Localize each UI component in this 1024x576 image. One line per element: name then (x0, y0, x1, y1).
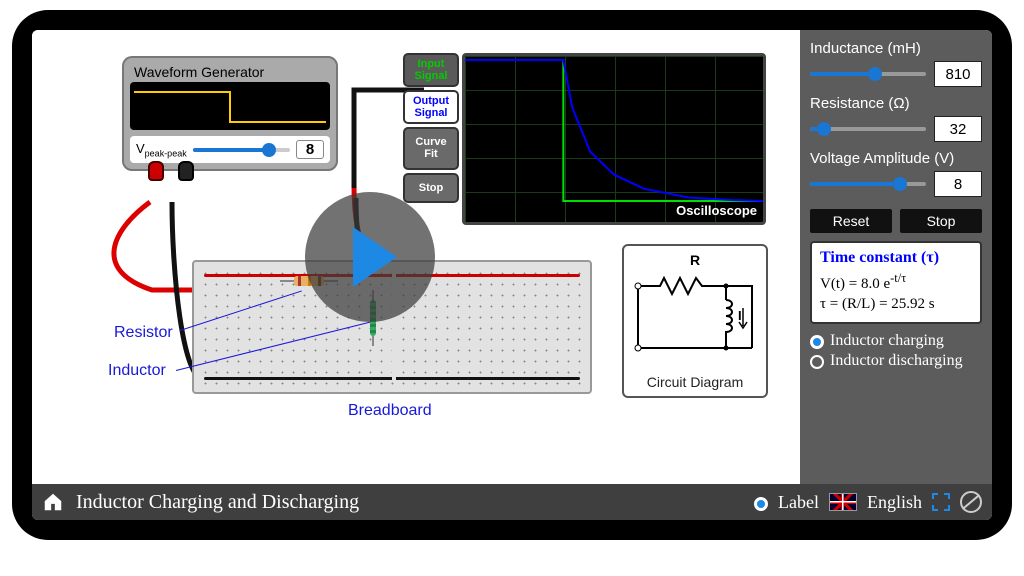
oscilloscope-traces (465, 56, 763, 223)
tau-title: Time constant (τ) (820, 249, 972, 267)
workspace: Waveform Generator Vpeak-peak (32, 30, 800, 484)
fullscreen-icon[interactable] (932, 493, 950, 511)
radio-discharging[interactable]: Inductor discharging (810, 352, 982, 370)
circuit-I-label: I (738, 308, 742, 323)
play-icon (353, 227, 397, 287)
bottom-right-controls: Label English (754, 491, 982, 513)
circuit-diagram-box: R I Circuit Diagram (622, 244, 768, 398)
voltage-equation: V(t) = 8.0 e-t/τ (820, 271, 972, 293)
voltage-value: 8 (934, 171, 982, 197)
resistance-thumb[interactable] (817, 122, 831, 136)
inductance-thumb[interactable] (868, 67, 882, 81)
control-panel: Inductance (mH) 810 Resistance (Ω) (800, 30, 992, 484)
resistance-label: Resistance (Ω) (810, 95, 982, 112)
resistance-group: Resistance (Ω) 32 (810, 95, 982, 142)
vpp-label-sub: peak-peak (145, 148, 187, 158)
vpp-slider-thumb[interactable] (262, 143, 276, 157)
wavegen-plugs (148, 161, 194, 181)
plug-black[interactable] (178, 161, 194, 181)
voltage-slider[interactable] (810, 182, 926, 186)
scope-stop-button[interactable]: Stop (403, 173, 459, 203)
input-signal-button[interactable]: InputSignal (403, 53, 459, 87)
vpp-value: 8 (296, 140, 324, 159)
wavegen-display (130, 82, 330, 130)
circuit-schematic: I (630, 270, 760, 366)
wavegen-controls: Vpeak-peak 8 (130, 136, 330, 163)
label-toggle-text: Label (778, 492, 819, 513)
oscilloscope: Oscilloscope (462, 53, 766, 225)
tau-equation: τ = (R/L) = 25.92 s (820, 296, 972, 313)
play-button[interactable] (305, 192, 435, 322)
curve-fit-button[interactable]: CurveFit (403, 127, 459, 169)
radio-charging[interactable]: Inductor charging (810, 332, 982, 350)
inductor-callout: Inductor (108, 362, 166, 380)
inductance-group: Inductance (mH) 810 (810, 40, 982, 87)
radio-discharging-dot (810, 355, 824, 369)
vpp-slider[interactable] (193, 148, 290, 152)
reset-button[interactable]: Reset (810, 209, 892, 233)
scope-button-stack: InputSignal OutputSignal CurveFit Stop (403, 53, 459, 203)
breadboard-callout: Breadboard (348, 402, 432, 420)
output-signal-button[interactable]: OutputSignal (403, 90, 459, 124)
bottom-bar: Inductor Charging and Discharging Label … (32, 484, 992, 520)
voltage-thumb[interactable] (893, 177, 907, 191)
vpp-label: Vpeak-peak (136, 141, 187, 159)
radio-charging-dot (810, 335, 824, 349)
wavegen-title: Waveform Generator (130, 64, 330, 82)
label-toggle-radio[interactable] (754, 497, 768, 511)
inductance-slider[interactable] (810, 72, 926, 76)
radio-charging-label: Inductor charging (830, 332, 944, 350)
inductance-value: 810 (934, 61, 982, 87)
voltage-fill (810, 182, 900, 186)
time-constant-box: Time constant (τ) V(t) = 8.0 e-t/τ τ = (… (810, 241, 982, 324)
circuit-diagram-title: Circuit Diagram (624, 374, 766, 390)
voltage-eq-prefix: V(t) = 8.0 e (820, 276, 890, 292)
vpp-slider-fill (193, 148, 269, 152)
resistor-callout: Resistor (114, 324, 173, 342)
resistance-slider[interactable] (810, 127, 926, 131)
screen: Waveform Generator Vpeak-peak (32, 30, 992, 520)
oscilloscope-label: Oscilloscope (676, 203, 757, 218)
plug-red[interactable] (148, 161, 164, 181)
voltage-label: Voltage Amplitude (V) (810, 150, 982, 167)
home-icon[interactable] (42, 491, 64, 513)
resistance-value: 32 (934, 116, 982, 142)
page-title: Inductor Charging and Discharging (76, 491, 742, 514)
coil-icon[interactable] (960, 491, 982, 513)
circuit-R-label: R (630, 252, 760, 268)
inductance-label: Inductance (mH) (810, 40, 982, 57)
voltage-group: Voltage Amplitude (V) 8 (810, 150, 982, 197)
inductance-fill (810, 72, 875, 76)
panel-buttons: Reset Stop (810, 209, 982, 233)
mode-radio-group: Inductor charging Inductor discharging (810, 332, 982, 370)
vpp-label-v: V (136, 141, 145, 156)
radio-discharging-label: Inductor discharging (830, 352, 963, 370)
flag-icon[interactable] (829, 493, 857, 511)
language-label: English (867, 492, 922, 513)
tablet-frame: Waveform Generator Vpeak-peak (12, 10, 1012, 540)
main-area: Waveform Generator Vpeak-peak (32, 30, 992, 484)
panel-stop-button[interactable]: Stop (900, 209, 982, 233)
waveform-generator: Waveform Generator Vpeak-peak (122, 56, 338, 171)
voltage-eq-sup: -t/τ (890, 271, 906, 285)
